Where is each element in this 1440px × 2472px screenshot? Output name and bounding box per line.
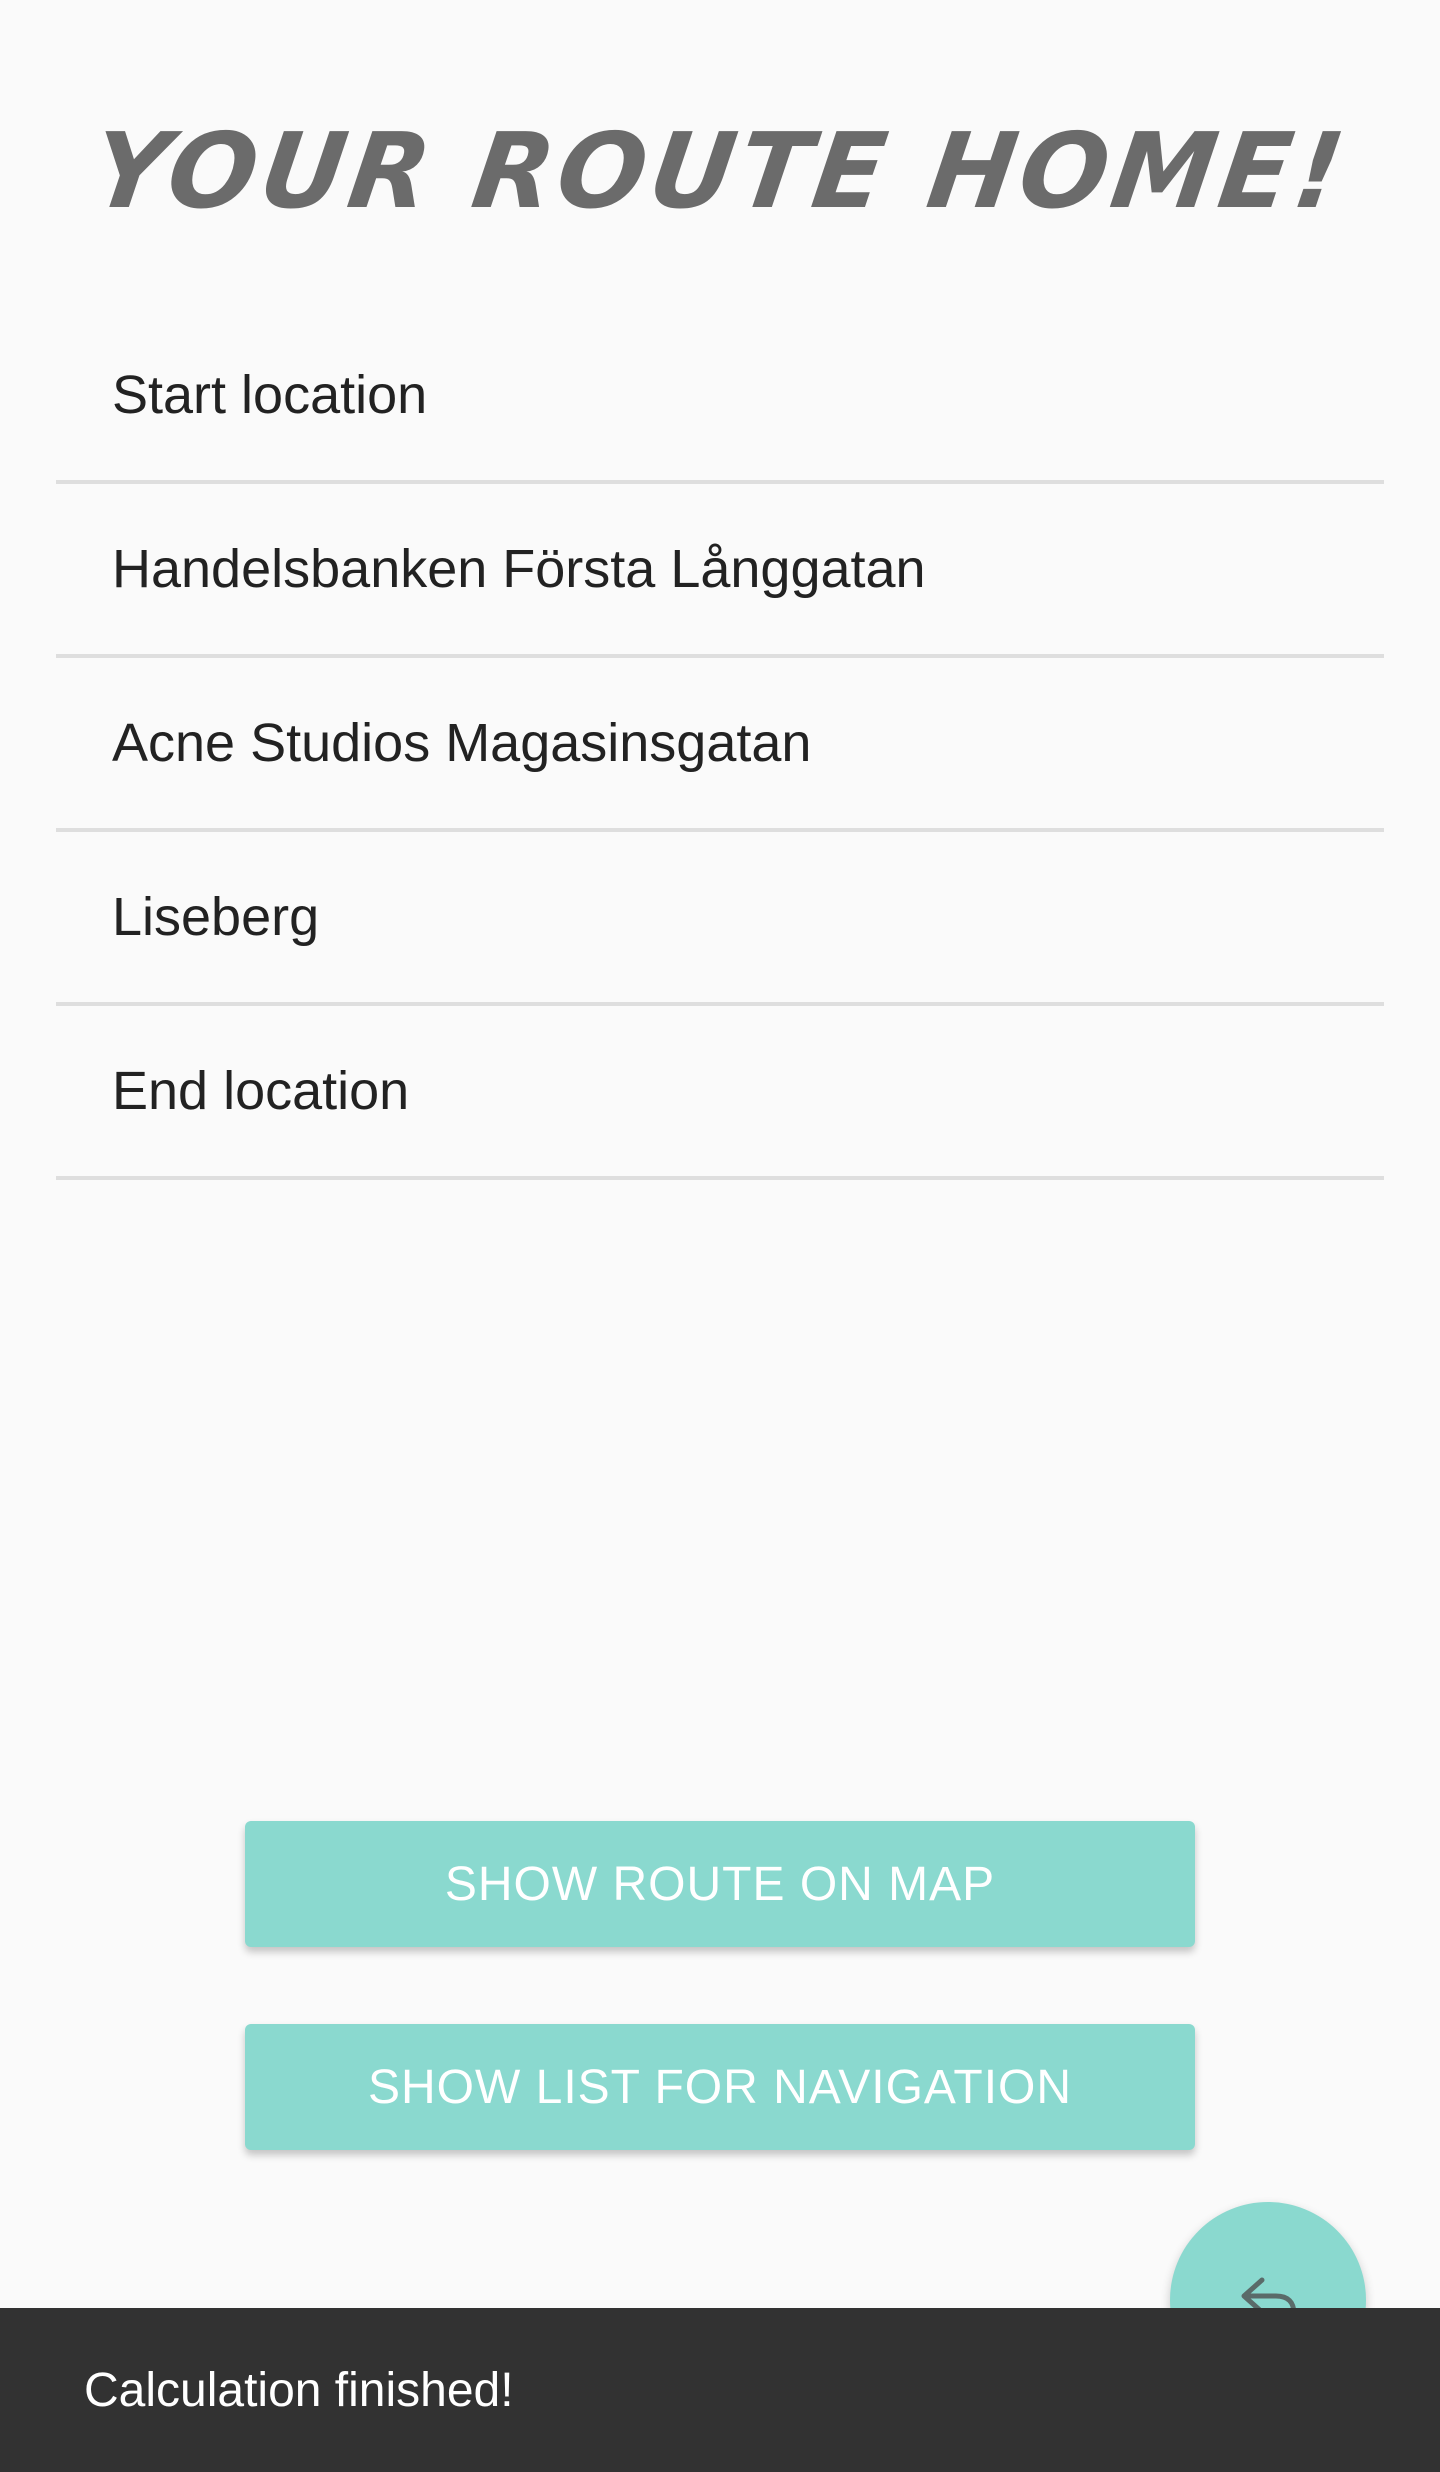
snackbar: Calculation finished! [0,2308,1440,2472]
show-route-on-map-button[interactable]: SHOW ROUTE ON MAP [245,1821,1195,1947]
route-stop-acne-studios[interactable]: Acne Studios Magasinsgatan [56,658,1384,832]
route-stop-handelsbanken[interactable]: Handelsbanken Första Långgatan [56,484,1384,658]
snackbar-message: Calculation finished! [84,2363,514,2417]
route-stop-list: Start location Handelsbanken Första Lång… [56,310,1384,1180]
route-stop-liseberg[interactable]: Liseberg [56,832,1384,1006]
route-stop-end[interactable]: End location [56,1006,1384,1180]
show-list-for-navigation-button[interactable]: SHOW LIST FOR NAVIGATION [245,2024,1195,2150]
page-title: YOUR ROUTE HOME! [84,110,1356,232]
route-stop-start[interactable]: Start location [56,310,1384,484]
